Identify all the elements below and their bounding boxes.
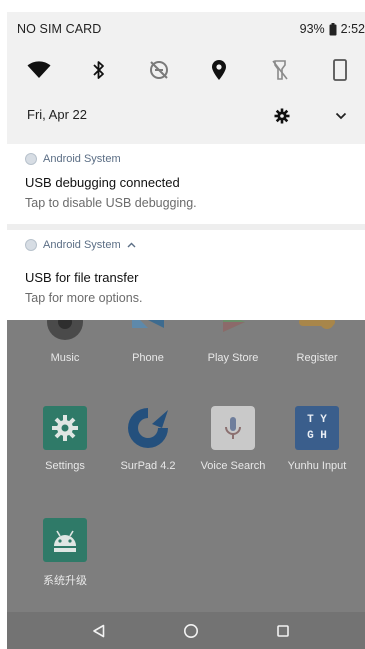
app-label: Settings <box>45 460 85 472</box>
recents-icon <box>277 625 289 637</box>
rotation-icon <box>333 59 347 81</box>
app-label: SurPad 4.2 <box>120 460 176 472</box>
play-store-icon <box>211 320 255 352</box>
expand-button[interactable] <box>328 103 354 129</box>
app-label: Play Store <box>207 352 259 364</box>
app-play-store[interactable]: Play Store <box>193 320 273 364</box>
notification-body: Tap to disable USB debugging. <box>25 196 197 210</box>
app-label: Register <box>296 352 338 364</box>
clock: 2:52 <box>340 22 365 36</box>
notification-app-name: Android System <box>43 239 121 251</box>
app-music[interactable]: Music <box>25 320 105 364</box>
recents-button[interactable] <box>270 618 296 644</box>
bluetooth-tile[interactable] <box>79 50 119 90</box>
do-not-disturb-icon <box>150 61 168 79</box>
wifi-icon <box>27 61 51 78</box>
android-update-icon <box>43 518 87 562</box>
app-voice-search[interactable]: Voice Search <box>193 406 273 472</box>
notification-usb-file-transfer[interactable]: Android System USB for file transfer Tap… <box>7 230 365 320</box>
notification-app-row: Android System <box>25 153 121 165</box>
app-label: 系统升级 <box>43 575 87 587</box>
gear-icon <box>274 108 290 124</box>
date-row: Fri, Apr 22 <box>7 98 365 132</box>
app-label: Music <box>50 352 80 364</box>
yunhu-input-icon: T Y G H <box>295 406 339 450</box>
location-tile[interactable] <box>199 50 239 90</box>
notification-app-row: Android System <box>25 239 136 251</box>
android-system-icon <box>25 239 37 251</box>
back-button[interactable] <box>86 618 112 644</box>
app-label: Yunhu Input <box>287 460 347 472</box>
date-text: Fri, Apr 22 <box>27 107 87 122</box>
yunhu-icon-line-2: G H <box>307 430 327 442</box>
bluetooth-icon <box>93 61 104 79</box>
android-system-icon <box>25 153 37 165</box>
chevron-up-icon[interactable] <box>127 242 136 248</box>
home-button[interactable] <box>178 618 204 644</box>
app-system-update[interactable]: 系统升级 <box>25 518 105 588</box>
location-icon <box>212 60 226 80</box>
quick-settings-row <box>7 50 365 90</box>
battery-icon <box>329 22 337 36</box>
rotation-tile[interactable] <box>320 50 360 90</box>
app-settings[interactable]: Settings <box>25 406 105 472</box>
surpad-icon <box>126 406 170 450</box>
back-icon <box>93 624 105 638</box>
status-bar: NO SIM CARD 93% 2:52 <box>7 12 365 46</box>
notification-title: USB debugging connected <box>25 175 180 190</box>
flashlight-tile[interactable] <box>260 50 300 90</box>
carrier-text: NO SIM CARD <box>17 22 102 36</box>
app-phone[interactable]: Phone <box>108 320 188 364</box>
status-right: 93% 2:52 <box>300 22 365 36</box>
settings-app-icon <box>43 406 87 450</box>
flashlight-icon <box>272 60 288 80</box>
settings-button[interactable] <box>269 103 295 129</box>
quick-settings-shade: NO SIM CARD 93% 2:52 Fri, Apr 22 <box>7 12 365 144</box>
app-surpad[interactable]: SurPad 4.2 <box>108 406 188 472</box>
chevron-down-icon <box>335 112 347 120</box>
wifi-tile[interactable] <box>19 50 59 90</box>
notification-title: USB for file transfer <box>25 270 139 285</box>
screen: NO SIM CARD 93% 2:52 Fri, Apr 22 Android… <box>0 0 365 649</box>
register-icon <box>295 320 339 352</box>
voice-search-icon <box>211 406 255 450</box>
battery-percent: 93% <box>299 22 325 36</box>
phone-icon <box>126 320 170 352</box>
app-label: Phone <box>132 352 164 364</box>
yunhu-icon-line-1: T Y <box>307 414 327 426</box>
do-not-disturb-tile[interactable] <box>139 50 179 90</box>
notification-body: Tap for more options. <box>25 291 143 305</box>
notification-app-name: Android System <box>43 153 121 165</box>
navigation-bar <box>7 612 365 649</box>
home-icon <box>184 624 198 638</box>
home-screen-dimmed: Music Phone Play Store Register Settings… <box>7 320 365 612</box>
music-icon <box>43 320 87 352</box>
app-register[interactable]: Register <box>277 320 357 364</box>
notification-usb-debugging[interactable]: Android System USB debugging connected T… <box>7 144 365 224</box>
app-label: Voice Search <box>200 460 266 472</box>
app-yunhu-input[interactable]: T Y G H Yunhu Input <box>277 406 357 472</box>
